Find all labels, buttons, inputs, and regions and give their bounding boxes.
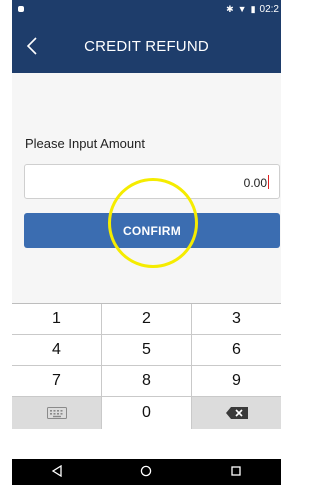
keypad-row: 7 8 9 — [12, 366, 281, 397]
key-1[interactable]: 1 — [12, 304, 102, 334]
wifi-icon: ▼ — [237, 4, 247, 14]
key-2[interactable]: 2 — [102, 304, 192, 334]
keypad-row: 1 2 3 — [12, 304, 281, 335]
key-7[interactable]: 7 — [12, 366, 102, 396]
status-icons: ✱ ▼ ▮ 02:2 — [226, 4, 279, 15]
amount-value: 0.00 — [244, 175, 269, 190]
signal-icon: ▮ — [250, 4, 256, 14]
keypad-row: 4 5 6 — [12, 335, 281, 366]
keypad-row: 0 — [12, 397, 281, 429]
app-dot-icon — [18, 6, 24, 12]
amount-input[interactable]: 0.00 — [24, 164, 280, 199]
refund-form: Please Input Amount 0.00 CONFIRM — [12, 73, 281, 303]
numeric-keypad: 1 2 3 4 5 6 7 8 9 0 — [12, 303, 281, 459]
back-triangle-icon[interactable] — [37, 464, 77, 480]
page-title: CREDIT REFUND — [84, 38, 209, 55]
bluetooth-icon: ✱ — [226, 4, 234, 14]
screen: ✱ ▼ ▮ 02:2 CREDIT REFUND Please Input Am… — [12, 0, 281, 485]
recents-square-icon[interactable] — [216, 465, 256, 480]
keyboard-icon[interactable] — [12, 397, 102, 429]
amount-label: Please Input Amount — [25, 136, 145, 151]
key-8[interactable]: 8 — [102, 366, 192, 396]
status-time: 02:2 — [259, 4, 279, 15]
key-6[interactable]: 6 — [192, 335, 281, 365]
device-bezel-left — [0, 0, 12, 485]
app-bar: CREDIT REFUND — [12, 20, 281, 73]
key-0[interactable]: 0 — [102, 397, 192, 429]
home-circle-icon[interactable] — [126, 465, 166, 480]
key-5[interactable]: 5 — [102, 335, 192, 365]
confirm-button[interactable]: CONFIRM — [24, 213, 280, 248]
amount-text: 0.00 — [243, 176, 267, 190]
device-frame: ✱ ▼ ▮ 02:2 CREDIT REFUND Please Input Am… — [0, 0, 288, 485]
system-nav-bar — [12, 459, 281, 485]
key-9[interactable]: 9 — [192, 366, 281, 396]
device-bezel-right — [281, 0, 288, 485]
key-4[interactable]: 4 — [12, 335, 102, 365]
text-cursor — [268, 175, 269, 189]
key-3[interactable]: 3 — [192, 304, 281, 334]
backspace-icon[interactable] — [192, 397, 281, 429]
status-bar: ✱ ▼ ▮ 02:2 — [12, 0, 281, 20]
